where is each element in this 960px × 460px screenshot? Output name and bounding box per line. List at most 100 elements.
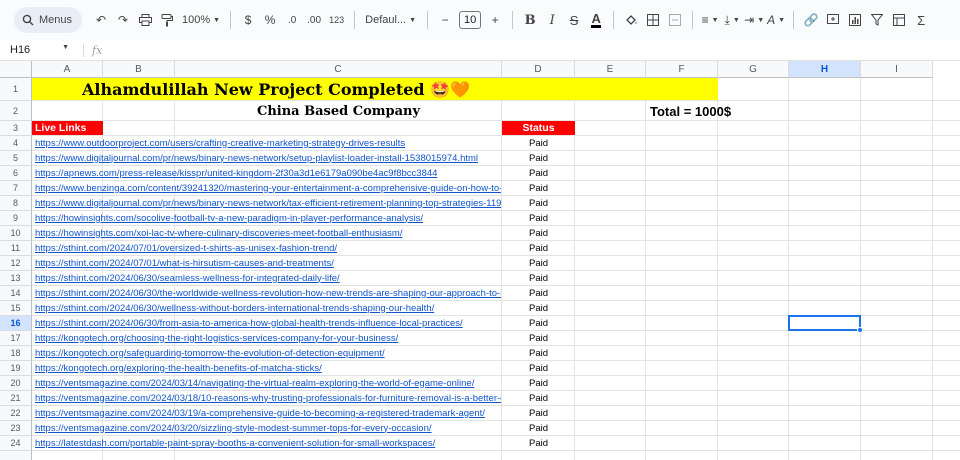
selected-cell[interactable]	[788, 315, 861, 331]
status-cell[interactable]: Paid	[502, 331, 575, 345]
borders-button[interactable]	[642, 7, 664, 33]
functions-button[interactable]: Σ	[910, 7, 932, 33]
column-header-i[interactable]: I	[861, 61, 933, 78]
column-header-d[interactable]: D	[502, 61, 575, 78]
live-link[interactable]: https://sthint.com/2024/06/30/the-worldw…	[32, 286, 501, 300]
live-link[interactable]: https://latestdash.com/portable-paint-sp…	[32, 436, 501, 450]
text-color-button[interactable]: A	[585, 7, 607, 33]
decrease-font-size-button[interactable]: −	[434, 7, 456, 33]
status-cell[interactable]: Paid	[502, 406, 575, 420]
live-link[interactable]: https://ventsmagazine.com/2024/03/19/a-c…	[32, 406, 501, 420]
live-link[interactable]: https://www.digitaljournal.com/pr/news/b…	[32, 196, 501, 210]
row-header[interactable]: 5	[0, 151, 32, 166]
text-rotation-button[interactable]: A ▼	[765, 7, 787, 33]
row-header[interactable]: 19	[0, 361, 32, 376]
increase-font-size-button[interactable]: +	[484, 7, 506, 33]
row-header[interactable]: 4	[0, 136, 32, 151]
column-header-a[interactable]: A	[32, 61, 103, 78]
status-cell[interactable]: Paid	[502, 196, 575, 210]
row-header[interactable]: 23	[0, 421, 32, 436]
italic-button[interactable]: I	[541, 7, 563, 33]
status-cell[interactable]: Paid	[502, 361, 575, 375]
status-cell[interactable]: Paid	[502, 436, 575, 450]
insert-chart-button[interactable]	[844, 7, 866, 33]
strikethrough-button[interactable]: S	[563, 7, 585, 33]
row-header[interactable]: 20	[0, 376, 32, 391]
font-size-input[interactable]: 10	[459, 11, 482, 29]
status-cell[interactable]: Paid	[502, 256, 575, 270]
live-link[interactable]: https://howinsights.com/socolive-footbal…	[32, 211, 501, 225]
row-header[interactable]: 2	[0, 101, 32, 121]
live-link[interactable]: https://sthint.com/2024/06/30/seamless-w…	[32, 271, 501, 285]
live-link[interactable]: https://sthint.com/2024/06/30/wellness-w…	[32, 301, 501, 315]
currency-format-button[interactable]: $	[237, 7, 259, 33]
live-link[interactable]: https://howinsights.com/xoi-lac-tv-where…	[32, 226, 501, 240]
fill-handle[interactable]	[857, 327, 863, 333]
menu-search[interactable]: Menus	[14, 7, 83, 33]
live-link[interactable]: https://ventsmagazine.com/2024/03/14/nav…	[32, 376, 501, 390]
increase-decimal-button[interactable]: .00	[303, 7, 325, 33]
live-link[interactable]: https://sthint.com/2024/07/01/what-is-hi…	[32, 256, 501, 270]
row-header[interactable]	[0, 451, 32, 460]
row-header[interactable]: 7	[0, 181, 32, 196]
insert-link-button[interactable]: 🔗	[800, 7, 822, 33]
live-link[interactable]: https://kongotech.org/safeguarding-tomor…	[32, 346, 501, 360]
status-cell[interactable]: Paid	[502, 166, 575, 180]
live-link[interactable]: https://ventsmagazine.com/2024/03/18/10-…	[32, 391, 501, 405]
fill-color-button[interactable]	[620, 7, 642, 33]
decrease-decimal-button[interactable]: .0	[281, 7, 303, 33]
row-header[interactable]: 24	[0, 436, 32, 451]
name-box[interactable]: H16 ▼	[0, 44, 75, 56]
row-header[interactable]: 10	[0, 226, 32, 241]
column-header-b[interactable]: B	[103, 61, 175, 78]
status-cell[interactable]: Paid	[502, 151, 575, 165]
row-header[interactable]: 16	[0, 316, 32, 331]
live-link[interactable]: https://kongotech.org/exploring-the-heal…	[32, 361, 501, 375]
status-cell[interactable]: Paid	[502, 346, 575, 360]
row-header[interactable]: 9	[0, 211, 32, 226]
filter-views-button[interactable]	[888, 7, 910, 33]
status-cell[interactable]: Paid	[502, 391, 575, 405]
print-button[interactable]	[134, 7, 156, 33]
percent-format-button[interactable]: %	[259, 7, 281, 33]
row-header[interactable]: 11	[0, 241, 32, 256]
merge-cells-button[interactable]	[664, 7, 686, 33]
row-header[interactable]: 6	[0, 166, 32, 181]
total-amount[interactable]: Total = 1000$	[650, 101, 731, 121]
row-header[interactable]: 18	[0, 346, 32, 361]
live-link[interactable]: https://www.digitaljournal.com/pr/news/b…	[32, 151, 501, 165]
row-header[interactable]: 14	[0, 286, 32, 301]
live-link[interactable]: https://www.outdoorproject.com/users/cra…	[32, 136, 501, 150]
paint-format-button[interactable]	[156, 7, 178, 33]
undo-button[interactable]: ↶	[90, 7, 112, 33]
font-select[interactable]: Defaul... ▼	[361, 7, 421, 33]
status-cell[interactable]: Paid	[502, 376, 575, 390]
live-link[interactable]: https://sthint.com/2024/06/30/from-asia-…	[32, 316, 501, 330]
status-cell[interactable]: Paid	[502, 241, 575, 255]
column-header-c[interactable]: C	[175, 61, 502, 78]
row-header[interactable]: 15	[0, 301, 32, 316]
live-link[interactable]: https://www.benzinga.com/content/3924132…	[32, 181, 501, 195]
status-cell[interactable]: Paid	[502, 181, 575, 195]
column-header-e[interactable]: E	[575, 61, 646, 78]
status-header[interactable]: Status	[502, 121, 575, 135]
live-link[interactable]: https://sthint.com/2024/07/01/oversized-…	[32, 241, 501, 255]
company-name[interactable]: China Based Company	[175, 101, 502, 121]
status-cell[interactable]: Paid	[502, 301, 575, 315]
redo-button[interactable]: ↷	[112, 7, 134, 33]
select-all-corner[interactable]	[0, 61, 32, 78]
live-link[interactable]: https://apnews.com/press-release/kisspr/…	[32, 166, 501, 180]
filter-button[interactable]	[866, 7, 888, 33]
row-header[interactable]: 13	[0, 271, 32, 286]
text-wrap-button[interactable]: ⇥ ▼	[743, 7, 765, 33]
column-header-f[interactable]: F	[646, 61, 718, 78]
bold-button[interactable]: B	[519, 7, 541, 33]
row-header[interactable]: 12	[0, 256, 32, 271]
row-header[interactable]: 8	[0, 196, 32, 211]
row-header[interactable]: 21	[0, 391, 32, 406]
sheet-title[interactable]: Alhamdulillah New Project Completed 🤩🧡	[82, 78, 470, 100]
status-cell[interactable]: Paid	[502, 316, 575, 330]
status-cell[interactable]: Paid	[502, 421, 575, 435]
row-header[interactable]: 22	[0, 406, 32, 421]
status-cell[interactable]: Paid	[502, 211, 575, 225]
